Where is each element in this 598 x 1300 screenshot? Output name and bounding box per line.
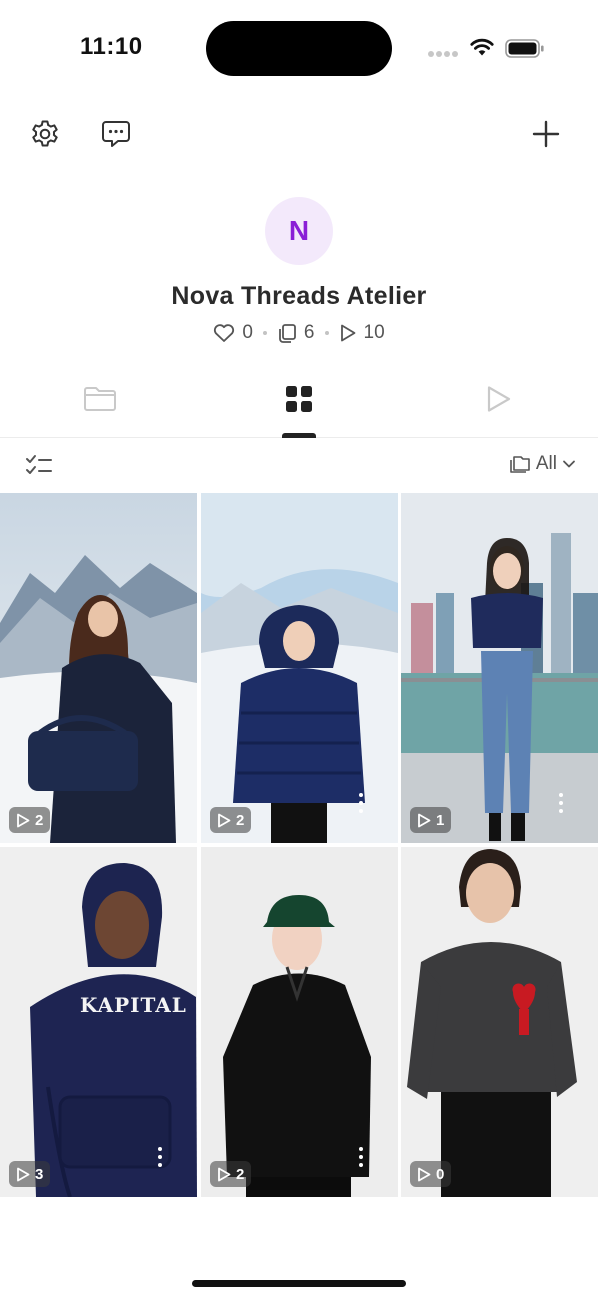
filter-row: All xyxy=(0,440,598,492)
copy-icon xyxy=(279,324,296,343)
media-tile[interactable]: 2 xyxy=(201,493,398,843)
profile-stats: 0 6 10 xyxy=(0,322,598,344)
avatar[interactable]: N xyxy=(265,197,333,265)
play-count-badge: 2 xyxy=(210,807,252,833)
settings-button[interactable] xyxy=(25,114,65,154)
more-options-button[interactable] xyxy=(358,793,364,813)
play-count-badge: 1 xyxy=(410,807,452,833)
media-tile[interactable]: 2 xyxy=(0,493,197,843)
content-tabs xyxy=(0,378,598,438)
play-count: 2 xyxy=(236,811,245,829)
media-tile[interactable]: KAPITAL 3 xyxy=(0,847,197,1197)
play-count: 3 xyxy=(35,1165,44,1183)
more-options-button[interactable] xyxy=(358,1147,364,1167)
gear-icon xyxy=(32,120,58,147)
likes-stat: 0 xyxy=(213,322,253,344)
separator-dot xyxy=(324,331,329,335)
play-icon xyxy=(418,813,431,827)
thumbnail-image xyxy=(0,493,197,843)
play-icon xyxy=(17,813,30,827)
folder-icon xyxy=(84,387,116,411)
thumbnail-image xyxy=(401,847,598,1197)
grid-icon xyxy=(286,386,312,412)
separator-dot xyxy=(262,331,267,335)
home-indicator[interactable] xyxy=(192,1280,406,1287)
battery-icon xyxy=(505,39,544,58)
posts-count: 6 xyxy=(303,322,315,343)
play-count: 1 xyxy=(436,811,445,829)
add-button[interactable] xyxy=(526,114,566,154)
thumbnail-image xyxy=(0,847,197,1197)
albums-icon xyxy=(510,456,530,473)
heart-icon xyxy=(214,324,235,342)
plus-icon xyxy=(532,120,560,148)
media-tile[interactable]: 1 xyxy=(401,493,598,843)
play-count: 2 xyxy=(236,1165,245,1183)
likes-count: 0 xyxy=(242,322,253,343)
chevron-down-icon xyxy=(563,460,575,468)
play-count: 0 xyxy=(436,1165,445,1183)
play-count-badge: 3 xyxy=(9,1161,51,1187)
plays-count: 10 xyxy=(363,322,385,343)
posts-stat: 6 xyxy=(277,322,315,344)
messages-button[interactable] xyxy=(96,114,136,154)
tab-folders[interactable] xyxy=(0,378,200,438)
cellular-signal-icon xyxy=(428,51,458,57)
tab-grid[interactable] xyxy=(199,378,399,438)
play-count-badge: 2 xyxy=(210,1161,252,1187)
thumbnail-image xyxy=(401,493,598,843)
thumbnail-image xyxy=(201,493,398,843)
media-tile[interactable]: 0 xyxy=(401,847,598,1197)
checklist-icon xyxy=(26,455,52,474)
dynamic-island xyxy=(206,21,392,76)
album-filter-dropdown[interactable]: All xyxy=(509,453,576,475)
play-icon xyxy=(340,324,355,342)
plays-stat: 10 xyxy=(339,322,385,344)
status-time: 11:10 xyxy=(80,33,143,60)
play-icon xyxy=(218,1167,231,1181)
more-options-button[interactable] xyxy=(157,1147,163,1167)
tab-videos[interactable] xyxy=(398,378,598,438)
play-icon xyxy=(218,813,231,827)
play-icon xyxy=(17,1167,30,1181)
play-count-badge: 2 xyxy=(9,807,51,833)
album-filter-label: All xyxy=(535,453,557,474)
thumbnail-image xyxy=(201,847,398,1197)
avatar-initial: N xyxy=(288,215,310,246)
profile-name: Nova Threads Atelier xyxy=(171,282,427,310)
play-icon xyxy=(487,386,511,412)
wifi-icon xyxy=(470,38,494,56)
play-count: 2 xyxy=(35,811,44,829)
active-tab-indicator xyxy=(282,433,316,438)
media-tile[interactable]: 2 xyxy=(201,847,398,1197)
status-bar: 11:10 xyxy=(0,0,598,96)
play-count-badge: 0 xyxy=(410,1161,452,1187)
garment-print-text: KAPITAL xyxy=(80,993,187,1017)
more-options-button[interactable] xyxy=(558,793,564,813)
play-icon xyxy=(418,1167,431,1181)
multi-select-button[interactable] xyxy=(24,452,54,478)
chat-bubble-icon xyxy=(102,121,130,147)
